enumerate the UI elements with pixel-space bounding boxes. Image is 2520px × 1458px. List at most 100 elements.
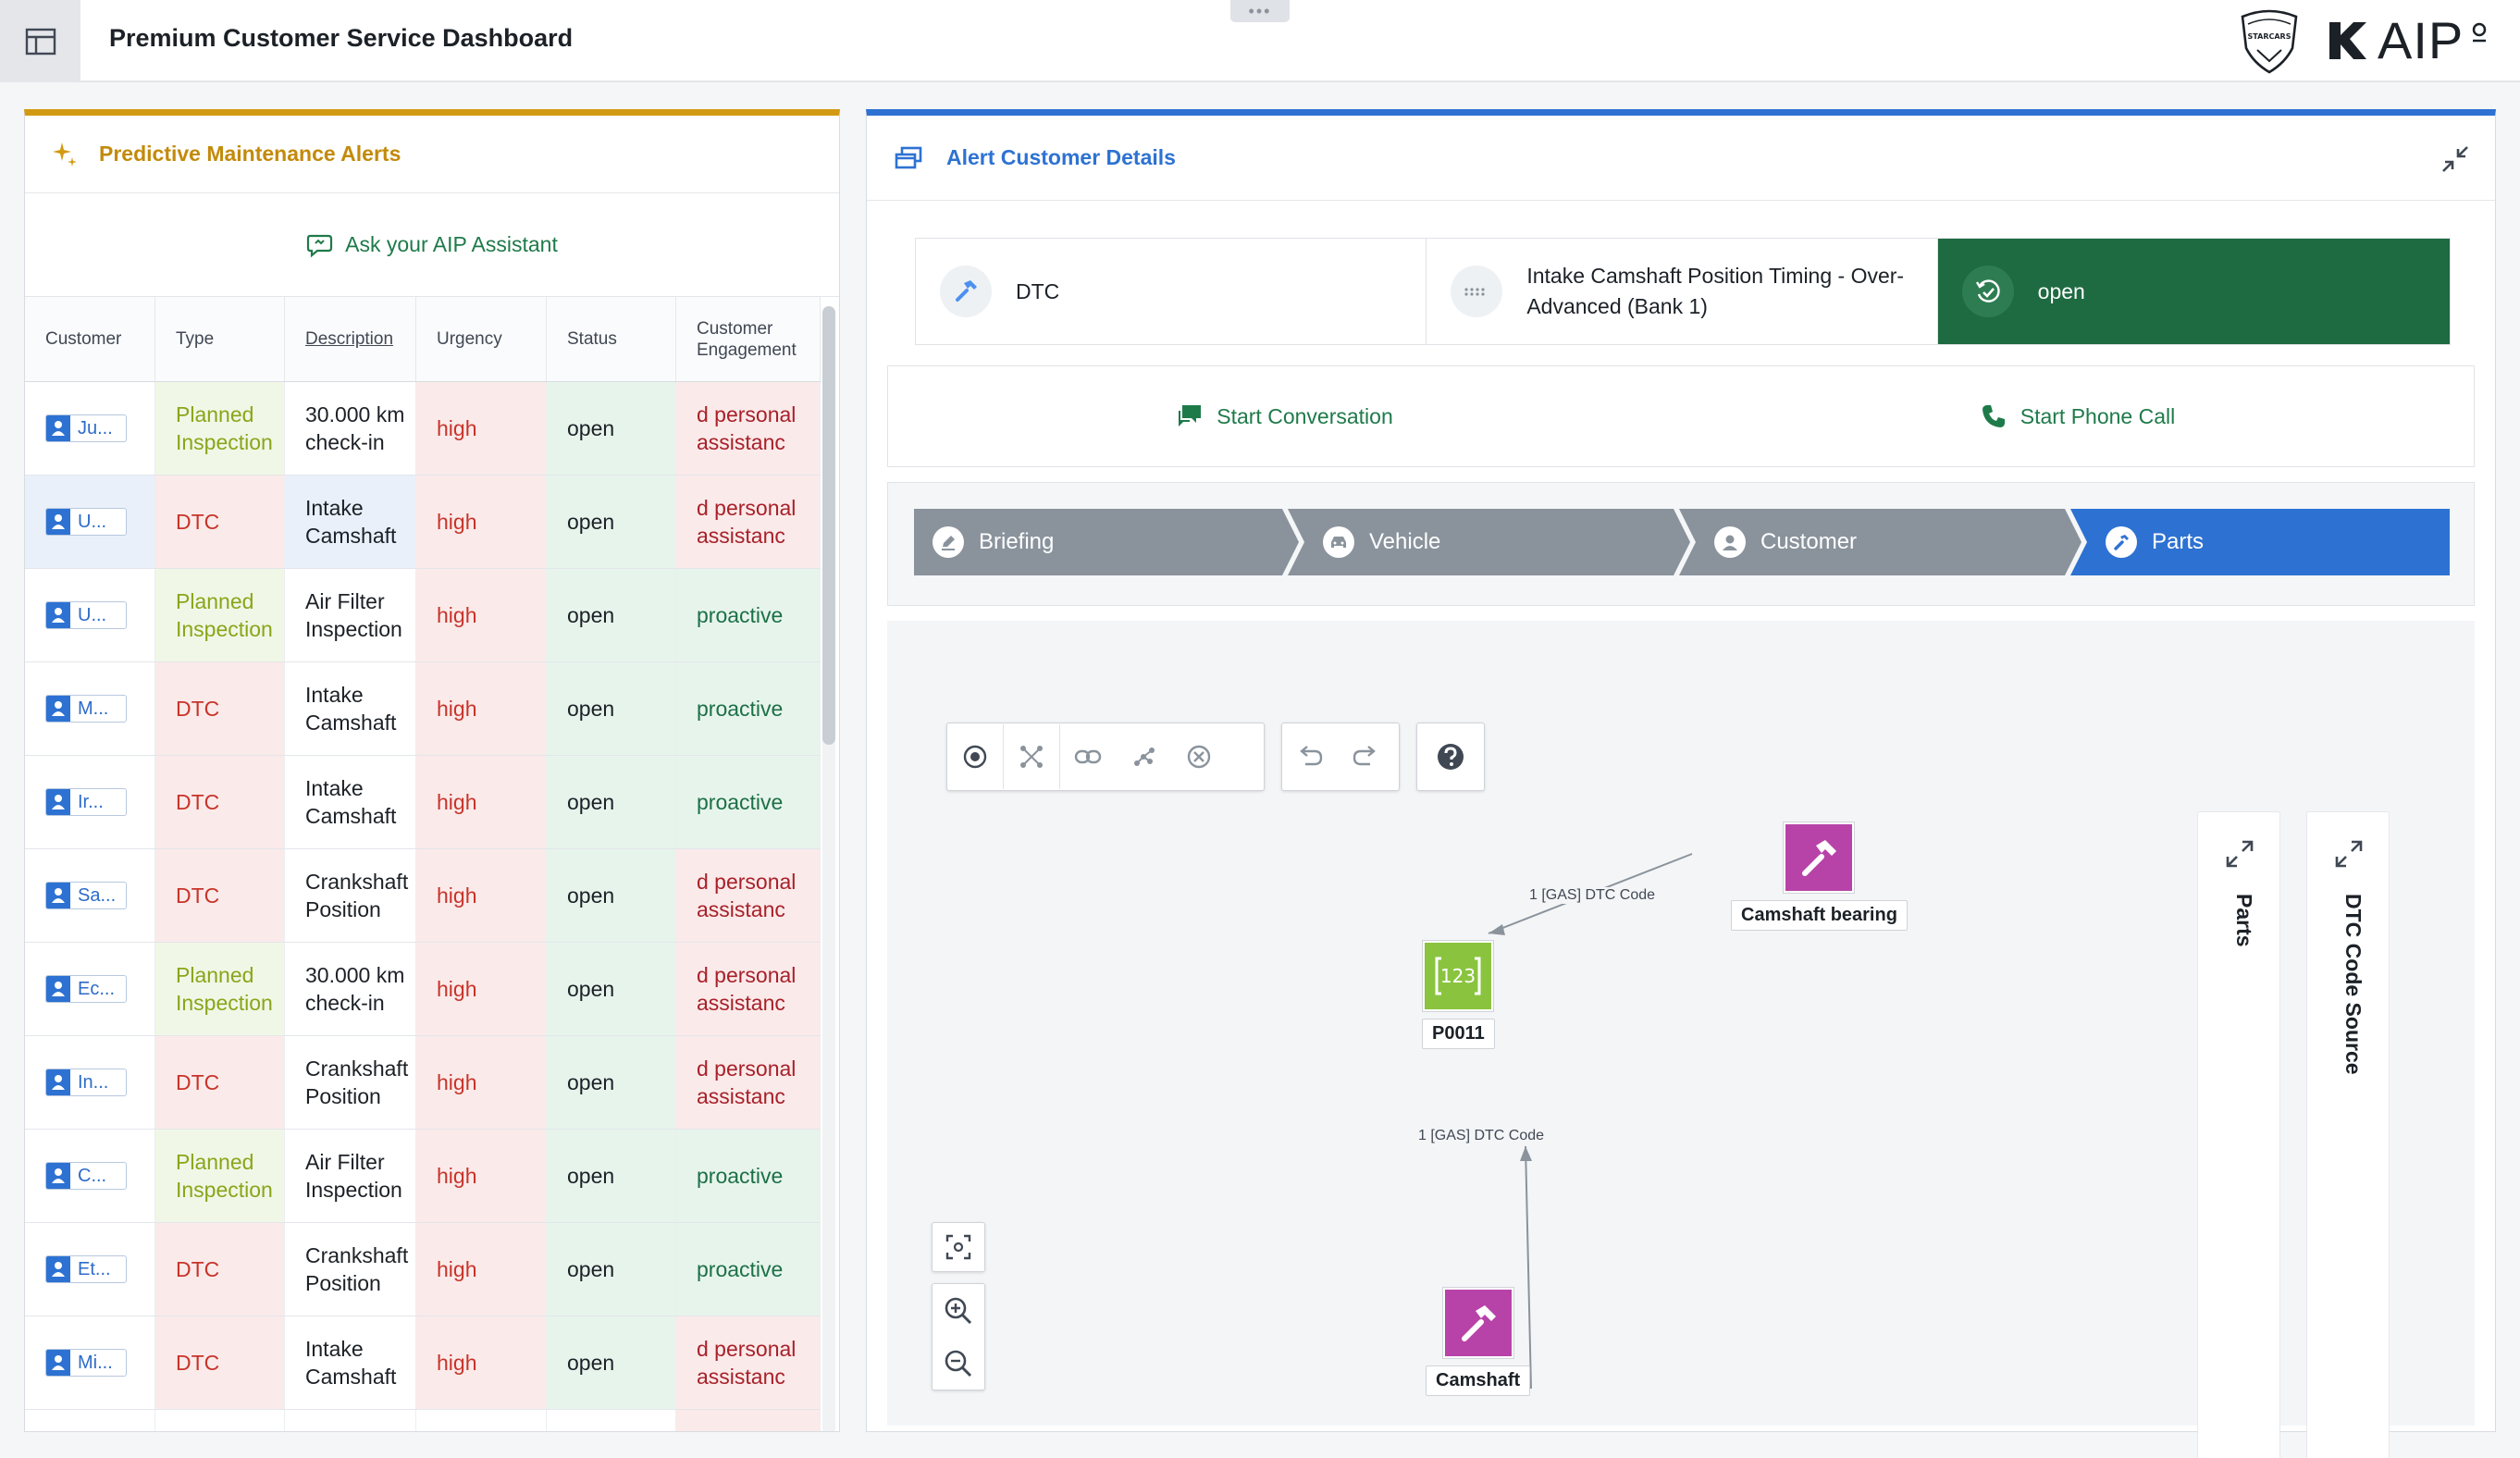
alerts-table-scrollbar[interactable] [822,306,835,1431]
expand-icon[interactable] [2224,838,2255,870]
cell-description: Intake Camshaft [285,1316,416,1409]
table-row[interactable]: Ju... Planned Inspection 30.000 km check-i… [25,382,821,476]
cell-type: DTC [155,1316,285,1409]
panel-drag-handle[interactable]: ••• [1230,0,1290,22]
customer-name: M... [78,698,109,719]
graph-node-camshaft-bearing[interactable]: Camshaft bearing [1731,822,1908,931]
customer-chip[interactable]: Ec... [45,975,127,1003]
column-header-description[interactable]: Description [285,297,416,381]
column-header-status[interactable]: Status [547,297,676,381]
customer-chip[interactable]: Mi... [45,1349,127,1377]
column-header-customer-engagement[interactable]: Customer Engagement [676,297,821,381]
customer-name: Ju... [78,418,113,439]
parts-graph-canvas[interactable]: 1 [GAS] DTC Code 1 [GAS] DTC Code 123 P0… [887,621,2475,1458]
cell-type: DTC [155,476,285,568]
customer-name: Et... [78,1259,111,1279]
cell-urgency [416,1410,547,1431]
table-row[interactable]: Sa... DTC Crankshaft Position high open d per… [25,849,821,943]
cell-urgency: high [416,476,547,568]
cell-type-text: Planned Inspection [176,402,273,454]
parts-side-tab[interactable]: Parts [2197,811,2280,1458]
customer-chip[interactable]: In... [45,1069,127,1096]
table-row[interactable]: Ec... Planned Inspection 30.000 km check-i… [25,943,821,1036]
cell-customer: U... [25,569,155,661]
table-row[interactable]: Ir... DTC Intake Camshaft high open proactive [25,756,821,849]
user-icon [46,1163,70,1189]
cell-status-text: open [567,510,615,534]
customer-chip[interactable]: Ju... [45,414,127,442]
cell-description-text: 30.000 km check-in [305,963,405,1015]
wrench-icon [2106,526,2137,558]
cell-customer-engagement: d personal assistanc [676,1316,821,1409]
cell-description-text: Crankshaft Position [305,1243,409,1295]
dtc-code-source-side-tab[interactable]: DTC Code Source [2306,811,2390,1458]
minimize-icon[interactable] [2440,143,2471,175]
cell-customer-engagement: proactive [676,1223,821,1316]
customer-chip[interactable]: C... [45,1162,127,1190]
ask-aip-assistant-button[interactable]: Ask your AIP Assistant [25,193,839,297]
details-panel-title: Alert Customer Details [946,145,1176,169]
cell-customer-engagement: d personal assistanc [676,1036,821,1129]
step-vehicle[interactable]: Vehicle [1323,509,1440,575]
table-row[interactable]: C... Planned Inspection Air Filter Inspect… [25,1130,821,1223]
customer-chip[interactable]: Ir... [45,788,127,816]
cell-status-text: open [567,1351,615,1375]
cell-type-text: DTC [176,1257,220,1281]
table-row[interactable]: Mi... DTC Intake Camshaft high open d persona… [25,1316,821,1410]
history-check-icon [1975,279,2000,303]
column-header-customer[interactable]: Customer [25,297,155,381]
start-phone-call-button[interactable]: Start Phone Call [1681,366,2474,466]
cell-type-text: DTC [176,1351,220,1375]
cell-status: open [547,756,676,848]
dotted-text-icon [1464,288,1485,296]
cell-urgency: high [416,662,547,755]
customer-chip[interactable]: Sa... [45,882,127,909]
user-icon [46,1256,70,1282]
step-parts[interactable]: Parts [2106,509,2204,575]
graph-node-camshaft-visual[interactable]: Camshaft [1426,1287,1531,1396]
cell-customer-engagement: proactive [676,756,821,848]
cell-status: open [547,1130,676,1222]
layout-toggle-button[interactable] [0,0,80,82]
table-row[interactable]: In... DTC Crankshaft Position high open d per… [25,1036,821,1130]
node-label: P0011 [1422,1019,1495,1049]
svg-text:STARCARS: STARCARS [2248,32,2291,41]
table-row[interactable]: U... Planned Inspection Air Filter Inspect… [25,569,821,662]
scrollbar-thumb[interactable] [822,306,835,745]
cell-type-text: DTC [176,790,220,814]
table-row[interactable]: U... DTC Intake Camshaft high open d personal… [25,476,821,569]
node-label: Camshaft [1426,1365,1531,1396]
customer-chip[interactable]: U... [45,601,127,629]
ask-aip-assistant-label: Ask your AIP Assistant [345,232,558,256]
cell-customer-engagement-text: d personal assistanc [697,402,797,454]
graph-node-p0011[interactable]: 123 P0011 [1422,940,1495,1049]
maintenance-alerts-panel: Predictive Maintenance Alerts Ask your A… [24,109,840,1432]
hammer-icon [956,280,977,302]
cell-urgency-text: high [437,697,477,721]
ai-assistant-icon [307,234,333,257]
step-customer[interactable]: Customer [1714,509,1857,575]
sparkle-icon [53,142,77,167]
column-header-type[interactable]: Type [155,297,285,381]
customer-chip[interactable]: U... [45,508,127,536]
cell-urgency-text: high [437,1070,477,1094]
table-row[interactable]: Intake d [25,1410,821,1431]
user-icon [46,415,70,441]
cell-customer-engagement-text: d personal assistanc [697,1337,797,1389]
alert-description-icon-wrap [1451,266,1503,317]
chat-icon [1179,405,1202,426]
table-row[interactable]: Et... DTC Crankshaft Position high open proac… [25,1223,821,1316]
customer-chip[interactable]: M... [45,695,127,723]
cell-status-text: open [567,697,615,721]
cell-urgency-text: high [437,1164,477,1188]
edit-icon [933,526,964,558]
expand-icon[interactable] [2333,838,2365,870]
cell-urgency: high [416,1316,547,1409]
customer-chip[interactable]: Et... [45,1255,127,1283]
cell-urgency-text: high [437,1257,477,1281]
cell-customer: U... [25,476,155,568]
table-row[interactable]: M... DTC Intake Camshaft high open proactive [25,662,821,756]
start-conversation-button[interactable]: Start Conversation [888,366,1681,466]
column-header-urgency[interactable]: Urgency [416,297,547,381]
step-briefing[interactable]: Briefing [933,509,1054,575]
